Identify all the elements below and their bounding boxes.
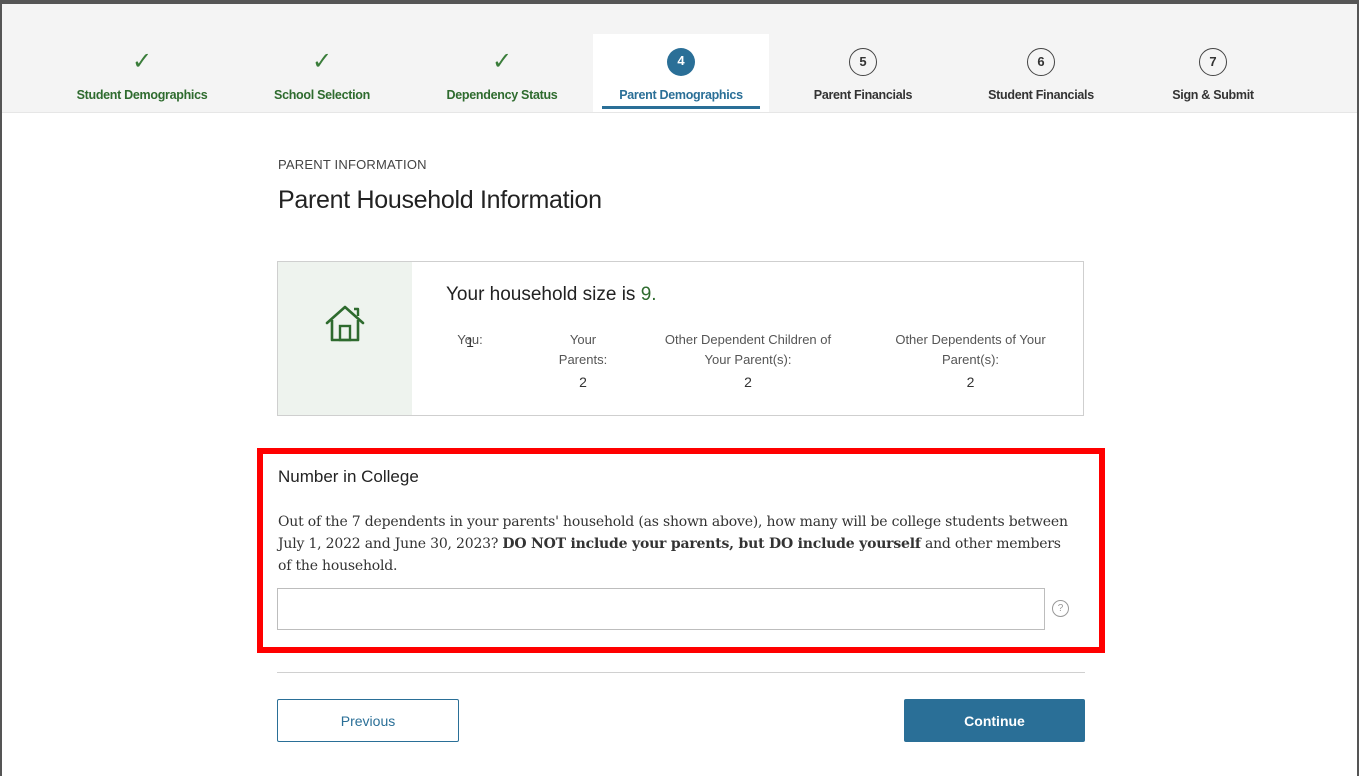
- number-in-college-title: Number in College: [278, 467, 419, 486]
- household-icon-panel: [278, 262, 412, 415]
- household-size-prefix: Your household size is: [446, 284, 641, 305]
- step-number-badge: 6: [1027, 48, 1055, 76]
- household-size-card: Your household size is 9. You: 1 Your Pa…: [277, 261, 1084, 416]
- step-label: Sign & Submit: [1172, 88, 1254, 102]
- progress-steps: ✓ Student Demographics ✓ School Selectio…: [2, 4, 1357, 113]
- step-label: Student Financials: [988, 88, 1094, 102]
- step-label: School Selection: [274, 88, 370, 102]
- household-size-heading: Your household size is 9.: [446, 284, 657, 306]
- step-label: Dependency Status: [446, 88, 558, 102]
- step-school-selection[interactable]: ✓ School Selection: [252, 4, 392, 112]
- step-student-financials[interactable]: 6 Student Financials: [971, 4, 1111, 112]
- house-icon: [325, 305, 365, 342]
- question-emphasis: DO NOT include your parents, but DO incl…: [502, 536, 921, 552]
- step-label: Student Demographics: [76, 88, 208, 102]
- household-member-dependent-children: Other Dependent Children of Your Parent(…: [643, 330, 853, 392]
- member-label-line1: Other Dependents of Your: [895, 332, 1046, 347]
- step-number-badge: 4: [667, 48, 695, 76]
- page-title: Parent Household Information: [278, 186, 602, 214]
- continue-button[interactable]: Continue: [904, 699, 1085, 742]
- step-sign-submit[interactable]: 7 Sign & Submit: [1153, 4, 1273, 112]
- checkmark-icon: ✓: [491, 48, 513, 75]
- step-number-badge: 7: [1199, 48, 1227, 76]
- household-member-you: You: 1: [440, 330, 500, 352]
- member-count: 2: [744, 374, 752, 390]
- number-in-college-question: Out of the 7 dependents in your parents'…: [278, 511, 1078, 577]
- step-student-demographics[interactable]: ✓ Student Demographics: [72, 4, 212, 112]
- help-icon[interactable]: ?: [1052, 600, 1069, 617]
- household-member-parents: Your Parents: 2: [543, 330, 623, 392]
- step-label: Parent Financials: [813, 88, 913, 102]
- previous-button[interactable]: Previous: [277, 699, 459, 742]
- member-count: 2: [579, 374, 587, 390]
- step-parent-demographics[interactable]: 4 Parent Demographics: [602, 4, 760, 112]
- household-member-other-dependents: Other Dependents of Your Parent(s): 2: [873, 330, 1068, 392]
- number-in-college-input[interactable]: [277, 588, 1045, 630]
- checkmark-icon: ✓: [131, 48, 153, 75]
- checkmark-icon: ✓: [311, 48, 333, 75]
- divider: [277, 672, 1085, 673]
- section-label: PARENT INFORMATION: [278, 157, 427, 172]
- member-label-line2: Parent(s):: [941, 352, 1000, 367]
- member-count: 1: [466, 334, 474, 350]
- member-count: 2: [966, 374, 975, 390]
- step-parent-financials[interactable]: 5 Parent Financials: [793, 4, 933, 112]
- member-label-line1: Other Dependent Children of: [664, 332, 832, 347]
- step-label: Parent Demographics: [619, 88, 743, 102]
- household-size-value: 9.: [640, 284, 657, 305]
- member-label-line2: Parents:: [558, 352, 608, 367]
- active-step-underline: [602, 106, 760, 109]
- member-label-line2: Your Parent(s):: [704, 352, 792, 367]
- step-number-badge: 5: [849, 48, 877, 76]
- member-label-line1: Your: [569, 332, 597, 347]
- step-dependency-status[interactable]: ✓ Dependency Status: [432, 4, 572, 112]
